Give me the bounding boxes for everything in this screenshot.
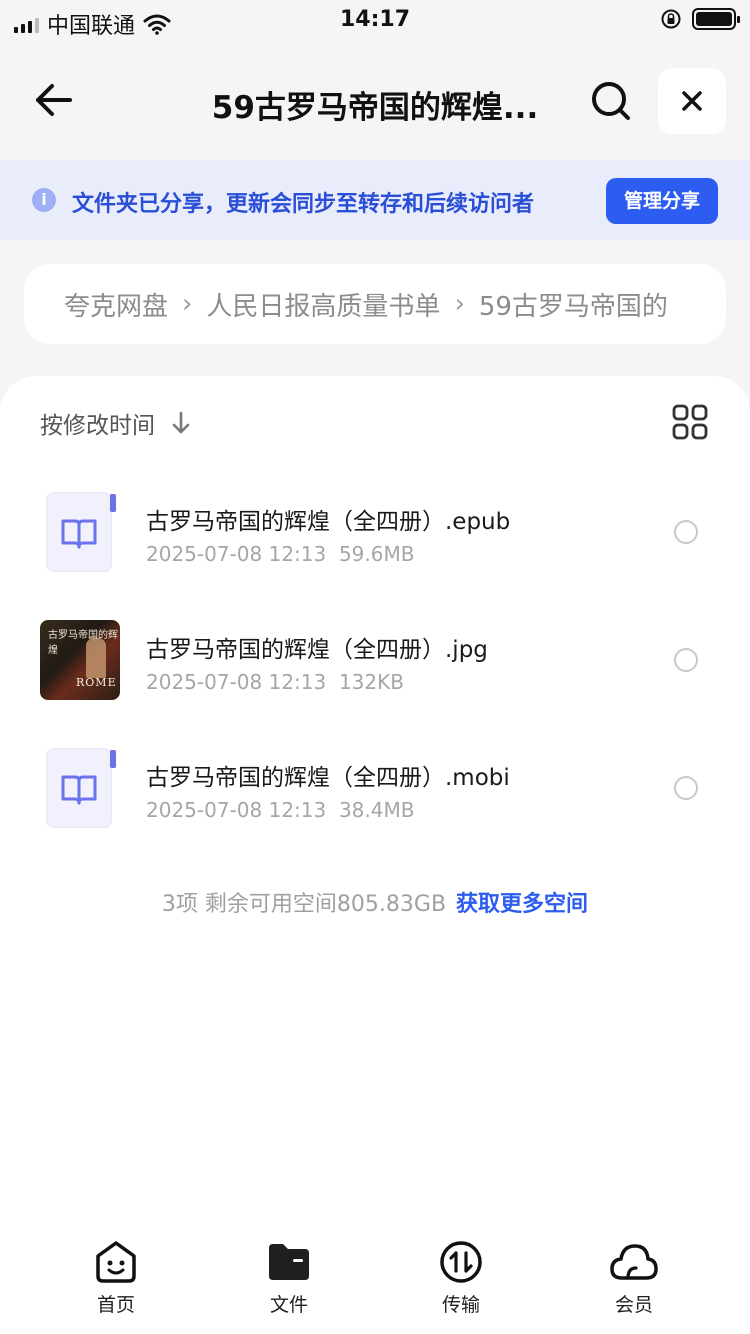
- file-list-panel: 按修改时间 古罗马帝国的辉煌（全四册）.epub 2025-07-08 12:1…: [0, 376, 750, 1334]
- file-size: 59.6MB: [338, 542, 415, 566]
- rotation-lock-icon: [661, 9, 681, 29]
- status-bar: 中国联通 14:17: [0, 0, 750, 40]
- tab-files[interactable]: 文件: [229, 1240, 349, 1317]
- close-button[interactable]: [658, 68, 726, 134]
- search-icon: [592, 82, 630, 120]
- file-row-epub[interactable]: 古罗马帝国的辉煌（全四册）.epub 2025-07-08 12:13 59.6…: [0, 492, 750, 620]
- file-meta: 2025-07-08 12:13 59.6MB: [146, 542, 414, 566]
- get-more-space-link[interactable]: 获取更多空间: [456, 892, 588, 917]
- transfer-icon: [440, 1241, 482, 1283]
- back-button[interactable]: [30, 78, 78, 122]
- sort-button[interactable]: 按修改时间: [40, 406, 191, 440]
- breadcrumb-item-booklist[interactable]: 人民日报高质量书单: [206, 286, 440, 323]
- home-face-icon: [96, 1241, 136, 1283]
- thumbnail-title: 古罗马帝国的辉煌: [48, 630, 118, 656]
- battery-icon: [692, 8, 740, 30]
- tab-label: 传输: [441, 1294, 480, 1316]
- file-name: 古罗马帝国的辉煌（全四册）.epub: [146, 509, 511, 535]
- ebook-file-icon: [44, 748, 116, 830]
- storage-summary-text: 3项 剩余可用空间805.83GB: [161, 892, 447, 917]
- tab-home[interactable]: 首页: [56, 1240, 176, 1317]
- file-size: 132KB: [338, 670, 404, 694]
- status-right: [660, 8, 740, 30]
- sort-label: 按修改时间: [40, 413, 155, 439]
- select-radio[interactable]: [674, 520, 698, 544]
- storage-summary: 3项 剩余可用空间805.83GB 获取更多空间: [0, 886, 750, 918]
- tab-membership[interactable]: 会员: [574, 1240, 694, 1317]
- arrow-left-icon: [36, 84, 72, 116]
- tab-label: 会员: [614, 1294, 653, 1316]
- select-radio[interactable]: [674, 648, 698, 672]
- breadcrumb: 夸克网盘 › 人民日报高质量书单 › 59古罗马帝国的: [24, 264, 726, 344]
- folder-icon: [269, 1244, 309, 1280]
- tab-label: 首页: [96, 1294, 135, 1316]
- breadcrumb-item-current: 59古罗马帝国的: [478, 291, 668, 322]
- close-icon: [682, 91, 702, 111]
- chevron-right-icon: ›: [454, 289, 465, 319]
- grid-view-button[interactable]: [672, 404, 708, 440]
- tab-label: 文件: [269, 1294, 308, 1316]
- file-date: 2025-07-08 12:13: [146, 798, 327, 822]
- image-thumbnail: 古罗马帝国的辉煌 ROME: [40, 620, 120, 700]
- bottom-tab-bar: 首页 文件 传输 会员: [0, 1226, 750, 1334]
- search-button[interactable]: [588, 78, 634, 124]
- share-notice: i 文件夹已分享，更新会同步至转存和后续访问者 管理分享: [0, 160, 750, 240]
- thumbnail-caption: ROME: [76, 676, 117, 689]
- arrow-down-icon: [172, 411, 190, 434]
- file-date: 2025-07-08 12:13: [146, 542, 327, 566]
- tab-transfer[interactable]: 传输: [401, 1240, 521, 1317]
- nav-bar: 59古罗马帝国的辉煌...: [0, 40, 750, 160]
- file-row-jpg[interactable]: 古罗马帝国的辉煌 ROME 古罗马帝国的辉煌（全四册）.jpg 2025-07-…: [0, 620, 750, 748]
- share-notice-text: 文件夹已分享，更新会同步至转存和后续访问者: [72, 192, 535, 217]
- select-radio[interactable]: [674, 776, 698, 800]
- chevron-right-icon: ›: [182, 289, 193, 319]
- status-time: 14:17: [339, 7, 411, 32]
- file-size: 38.4MB: [338, 798, 415, 822]
- page-title: 59古罗马帝国的辉煌...: [211, 90, 539, 126]
- file-meta: 2025-07-08 12:13 38.4MB: [146, 798, 414, 822]
- file-name: 古罗马帝国的辉煌（全四册）.mobi: [146, 765, 510, 791]
- file-row-mobi[interactable]: 古罗马帝国的辉煌（全四册）.mobi 2025-07-08 12:13 38.4…: [0, 748, 750, 876]
- manage-share-button[interactable]: 管理分享: [606, 178, 718, 224]
- info-icon: i: [32, 188, 56, 212]
- grid-view-icon: [672, 404, 708, 440]
- file-meta: 2025-07-08 12:13 132KB: [146, 670, 404, 694]
- cloud-icon: [610, 1244, 658, 1280]
- breadcrumb-item-root[interactable]: 夸克网盘: [64, 286, 168, 323]
- ebook-file-icon: [44, 492, 116, 574]
- file-date: 2025-07-08 12:13: [146, 670, 327, 694]
- file-name: 古罗马帝国的辉煌（全四册）.jpg: [146, 637, 488, 663]
